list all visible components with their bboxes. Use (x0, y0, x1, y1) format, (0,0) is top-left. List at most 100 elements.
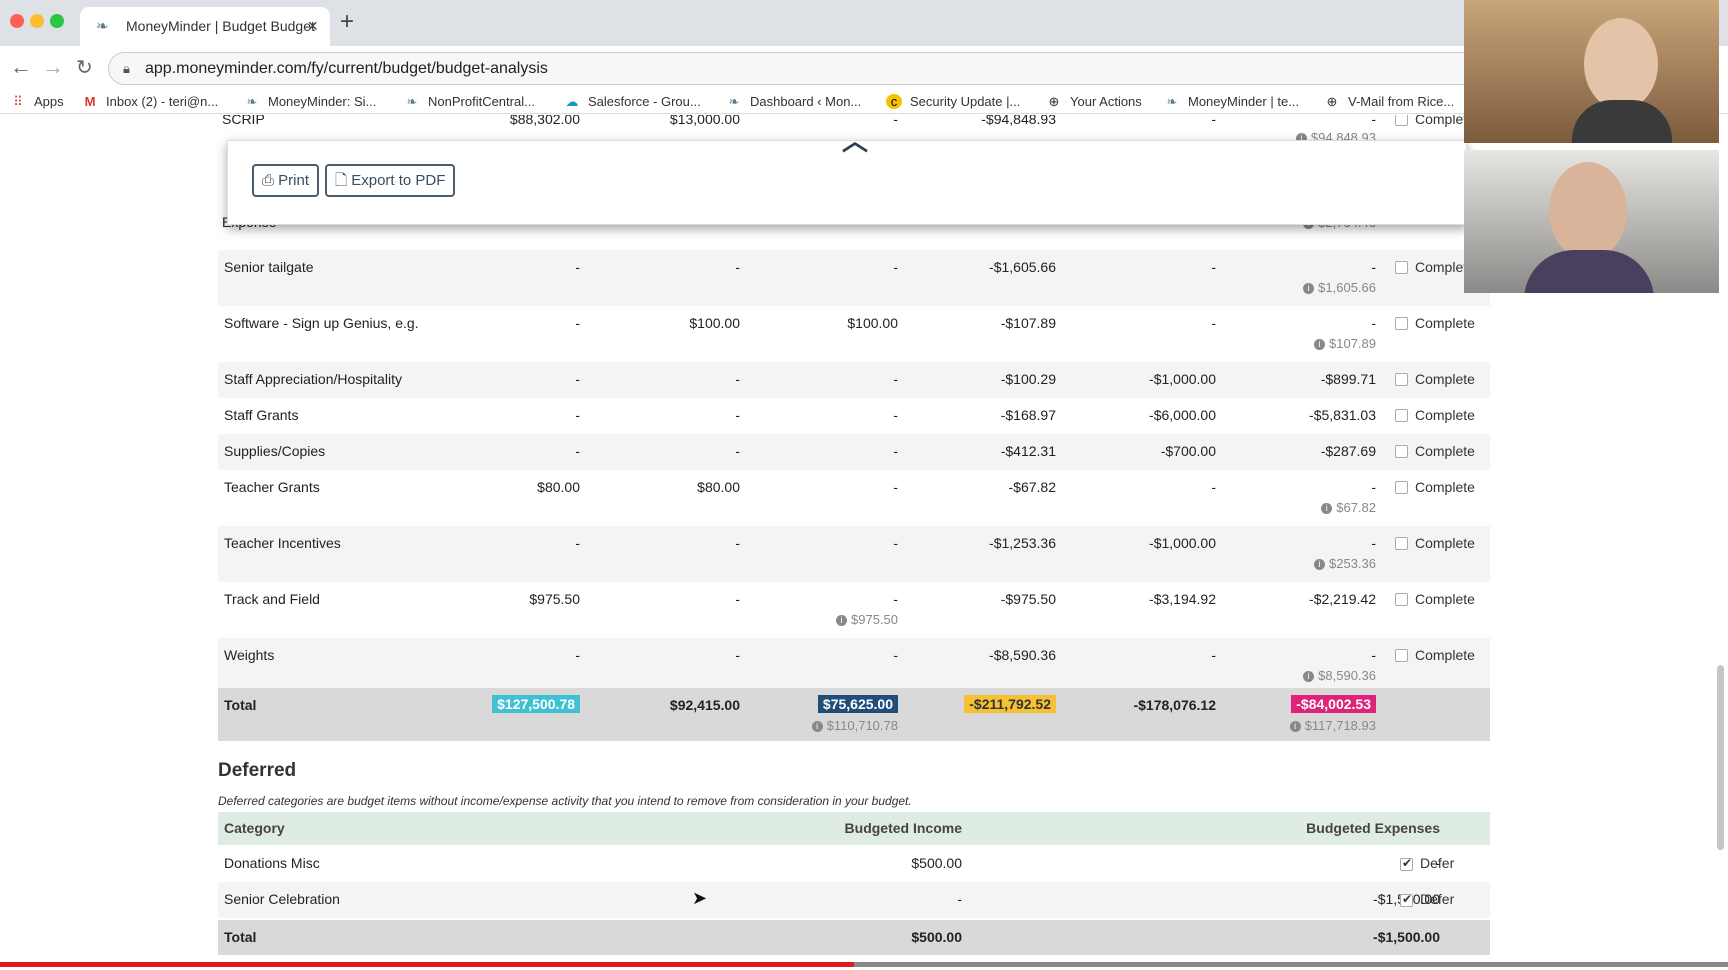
bookmark-security-update[interactable]: c Security Update |... (886, 94, 1020, 109)
complete-label: Complete (1415, 371, 1475, 387)
bookmark-vmail[interactable]: ⊕ V-Mail from Rice... (1324, 94, 1455, 110)
page-scrollbar[interactable] (1717, 665, 1724, 850)
video-progress-fill (0, 962, 854, 967)
table-row: Teacher Grants $80.00 $80.00- -$67.82- - i $67… (218, 470, 1490, 526)
row-value-c4: -$8,590.36 (989, 647, 1056, 663)
complete-label: Complete (1415, 591, 1475, 607)
forward-arrow-icon[interactable]: → (42, 54, 64, 80)
complete-checkbox[interactable] (1395, 445, 1408, 458)
print-button[interactable]: ⎙ Print (252, 164, 320, 197)
row-category: Track and Field (224, 591, 320, 607)
complete-checkbox[interactable] (1395, 261, 1408, 274)
row-value-c6: - (1371, 259, 1376, 275)
complete-checkbox[interactable] (1395, 537, 1408, 550)
close-tab-icon[interactable]: × (307, 7, 318, 46)
complete-label: Complete (1415, 647, 1475, 663)
print-export-popover: ︿ ⎙ Print 🗋︎ Export to PDF (227, 126, 1467, 225)
table-row: Track and Field $975.50 - - -$975.50 -$3,194.… (218, 582, 1490, 638)
row-value-c2: $100.00 (689, 315, 740, 331)
row-value-c3: - (893, 479, 898, 495)
table-row: Software - Sign up Genius, e.g. - $100.00 $… (218, 306, 1490, 362)
row-value-c5: -$3,194.92 (1149, 591, 1216, 607)
row-sub-c3: i $975.50 (738, 612, 898, 627)
bookmark-your-actions[interactable]: ⊕ Your Actions (1046, 94, 1142, 110)
participant-body (1524, 250, 1654, 293)
row-value-c5: - (1211, 647, 1216, 663)
info-icon: i (836, 615, 847, 626)
maximize-window-button[interactable] (50, 14, 64, 28)
printer-icon: ⎙ (262, 172, 279, 189)
row-value-c4: -$107.89 (1000, 315, 1056, 331)
complete-checkbox[interactable] (1395, 115, 1408, 126)
row-value-c3: - (893, 647, 898, 663)
row-value-c6: -$287.69 (1320, 443, 1376, 459)
video-progress-bar[interactable] (0, 962, 1728, 967)
row-category: Teacher Grants (224, 479, 320, 495)
complete-label: Complete (1415, 479, 1475, 495)
row-value-c2: - (735, 371, 740, 387)
complete-checkbox[interactable] (1395, 317, 1408, 330)
bookmark-moneyminder-te[interactable]: ❧ MoneyMinder | te... (1164, 94, 1300, 110)
complete-checkbox[interactable] (1395, 649, 1408, 662)
reload-icon[interactable]: ↻ (76, 55, 93, 80)
apps-grid-icon: ⠿ (13, 94, 23, 109)
row-value-c6: -$5,831.03 (1309, 407, 1376, 423)
bookmark-apps[interactable]: ⠿ Apps (10, 94, 63, 110)
info-icon: i (811, 721, 823, 732)
defer-checkbox[interactable] (1400, 892, 1413, 907)
row-value-c5: -$1,000.00 (1149, 371, 1216, 387)
complete-checkbox[interactable] (1395, 593, 1408, 606)
row-value-c4: -$975.50 (1000, 591, 1056, 607)
bookmark-nonprofitcentral[interactable]: ❧ NonProfitCentral... (404, 94, 535, 110)
row-value-c4: -$1,605.66 (989, 259, 1056, 275)
bookmark-inbox[interactable]: M Inbox (2) - teri@n... (82, 94, 219, 109)
row-value-c5: -$1,000.00 (1149, 535, 1216, 551)
bookmark-moneyminder-si[interactable]: ❧ MoneyMinder: Si... (244, 94, 377, 110)
deferred-row: Senior Celebration - -$1,500.00 Defer (218, 882, 1490, 918)
row-value-c5: - (1211, 479, 1216, 495)
row-category: Software - Sign up Genius, e.g. (224, 315, 419, 331)
minimize-window-button[interactable] (30, 14, 44, 28)
row-value-c1: $80.00 (537, 479, 580, 495)
browser-tab[interactable]: ❧ MoneyMinder | Budget Budget × (80, 7, 330, 46)
row-value-c2: - (735, 407, 740, 423)
deferred-header-row: Category Budgeted Income Budgeted Expens… (218, 812, 1490, 845)
collapse-caret-icon[interactable]: ︿ (842, 121, 868, 158)
tab-title: MoneyMinder | Budget Budget (126, 18, 315, 34)
moneyminder-favicon-icon: ❧ (96, 18, 109, 35)
back-arrow-icon[interactable]: ← (10, 54, 32, 80)
row-sub-c6: i $107.89 (1218, 336, 1376, 351)
row-value-c2: - (735, 259, 740, 275)
row-value-c1: - (575, 647, 580, 663)
moneyminder-icon: ❧ (1166, 94, 1178, 109)
total-income-badge: $127,500.78 (492, 695, 580, 713)
row-value-c4: -$100.29 (1000, 371, 1056, 387)
address-bar[interactable]: 🔒︎ app.moneyminder.com/fy/current/budget… (108, 52, 1578, 85)
row-value-c6: - (1371, 647, 1376, 663)
row-category: Supplies/Copies (224, 443, 326, 459)
export-pdf-button[interactable]: 🗋︎ Export to PDF (325, 164, 456, 197)
complete-label: Complete (1415, 535, 1475, 551)
moneyminder-icon: ❧ (406, 94, 418, 109)
complete-label: Complete (1415, 315, 1475, 331)
complete-checkbox[interactable] (1395, 373, 1408, 386)
row-value-c2: - (735, 535, 740, 551)
complete-checkbox[interactable] (1395, 481, 1408, 494)
complete-checkbox[interactable] (1395, 409, 1408, 422)
new-tab-button[interactable]: + (340, 8, 354, 36)
bookmark-salesforce[interactable]: ☁ Salesforce - Grou... (564, 94, 701, 110)
row-value-c2: $80.00 (697, 479, 740, 495)
row-value-c1: - (575, 443, 580, 459)
salesforce-icon: ☁ (565, 94, 579, 109)
row-value-c4: -$168.97 (1000, 407, 1056, 423)
row-category: Teacher Incentives (224, 535, 341, 551)
defer-checkbox[interactable] (1400, 856, 1413, 871)
row-value-c4: -$1,253.36 (989, 535, 1056, 551)
row-value-c2: - (735, 443, 740, 459)
close-window-button[interactable] (10, 14, 24, 28)
row-value-c4: -$67.82 (1008, 479, 1056, 495)
row-value-c3: - (893, 591, 898, 607)
info-icon: i (1303, 671, 1315, 682)
webcam-tile-2 (1464, 150, 1719, 293)
bookmark-dashboard[interactable]: ❧ Dashboard ‹ Mon... (726, 94, 862, 110)
